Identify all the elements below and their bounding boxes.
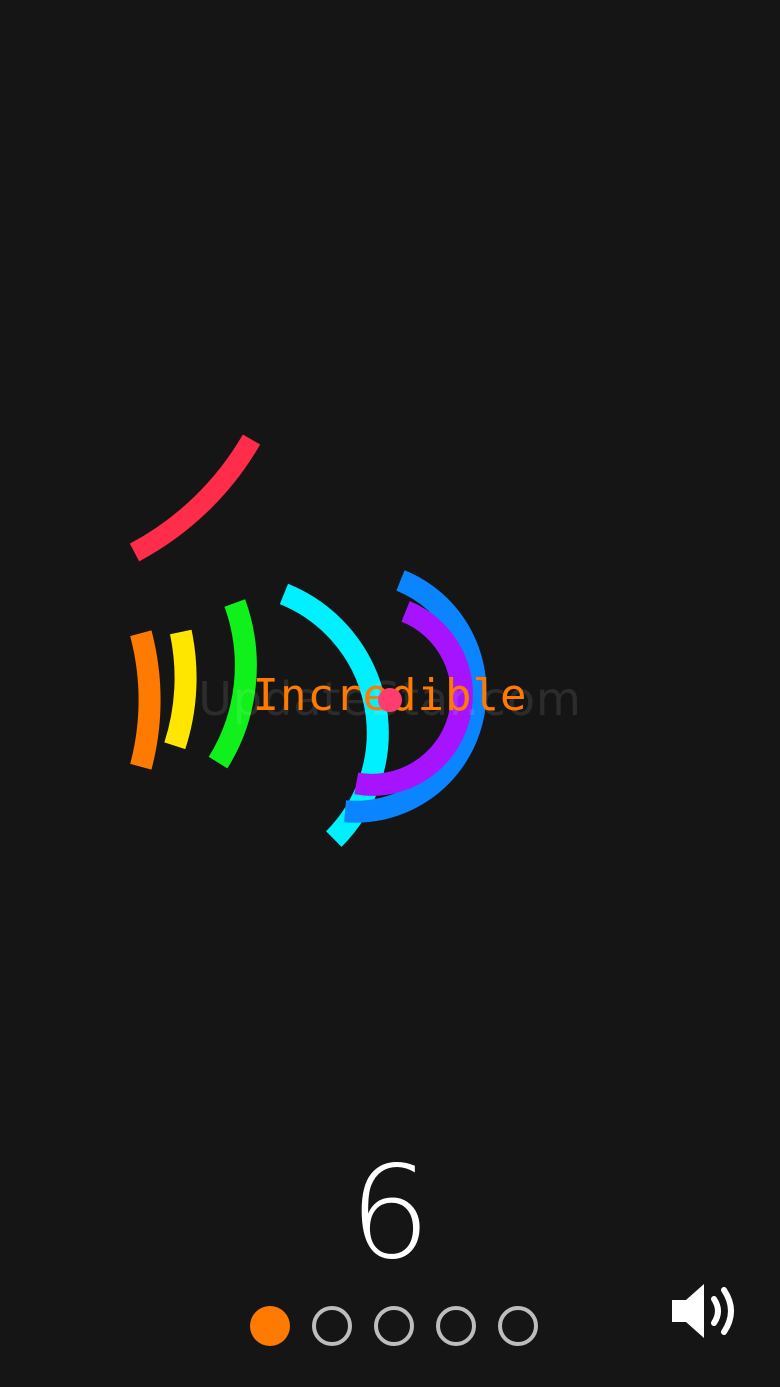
arc-red: [129, 434, 261, 562]
progress-dot-empty: [312, 1306, 352, 1346]
sound-toggle-button[interactable]: [668, 1280, 744, 1342]
progress-dot-empty: [498, 1306, 538, 1346]
arcs-layer: [129, 434, 487, 847]
level-progress-dots: [250, 1306, 538, 1346]
progress-dot-empty: [374, 1306, 414, 1346]
score-display: 6: [349, 1139, 431, 1288]
arc-orange: [130, 630, 161, 770]
speaker-on-icon: [672, 1284, 734, 1338]
center-ball: [378, 688, 402, 712]
arc-yellow: [164, 629, 197, 750]
progress-dot-empty: [436, 1306, 476, 1346]
progress-dot-filled: [250, 1306, 290, 1346]
